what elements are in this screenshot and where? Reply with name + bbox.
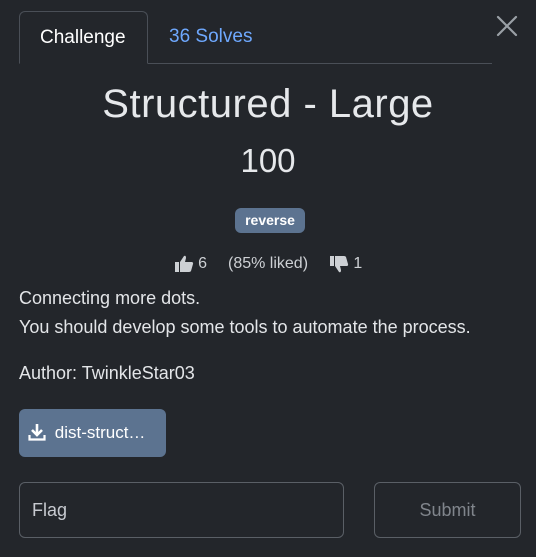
challenge-title: Structured - Large — [102, 82, 434, 126]
tab-challenge[interactable]: Challenge — [19, 11, 148, 64]
category-tag: reverse — [235, 208, 305, 233]
liked-percentage: (85% liked) — [227, 255, 309, 273]
tab-bar: Challenge 36 Solves — [19, 11, 492, 64]
file-name: dist-struct… — [54, 423, 146, 442]
download-icon — [28, 423, 55, 442]
description-line: You should develop some tools to automat… — [19, 317, 471, 337]
challenge-description: Connecting more dots. You should develop… — [19, 284, 519, 342]
dislike-count: 1 — [353, 255, 363, 273]
description-line: Connecting more dots. — [19, 288, 201, 308]
tab-solves[interactable]: 36 Solves — [149, 11, 272, 63]
close-icon[interactable] — [494, 13, 520, 39]
submit-button[interactable]: Submit — [374, 482, 521, 538]
flag-input[interactable] — [19, 482, 344, 538]
challenge-modal: Challenge 36 Solves Structured - Large 1… — [0, 0, 536, 557]
thumbs-up-icon[interactable] — [174, 255, 194, 273]
thumbs-down-icon[interactable] — [329, 255, 349, 273]
like-count: 6 — [198, 255, 208, 273]
challenge-author: Author: TwinkleStar03 — [19, 363, 195, 383]
challenge-points: 100 — [240, 142, 296, 179]
rating-row: 6 (85% liked) 1 — [0, 255, 536, 273]
download-file-button[interactable]: dist-struct… — [19, 409, 166, 457]
